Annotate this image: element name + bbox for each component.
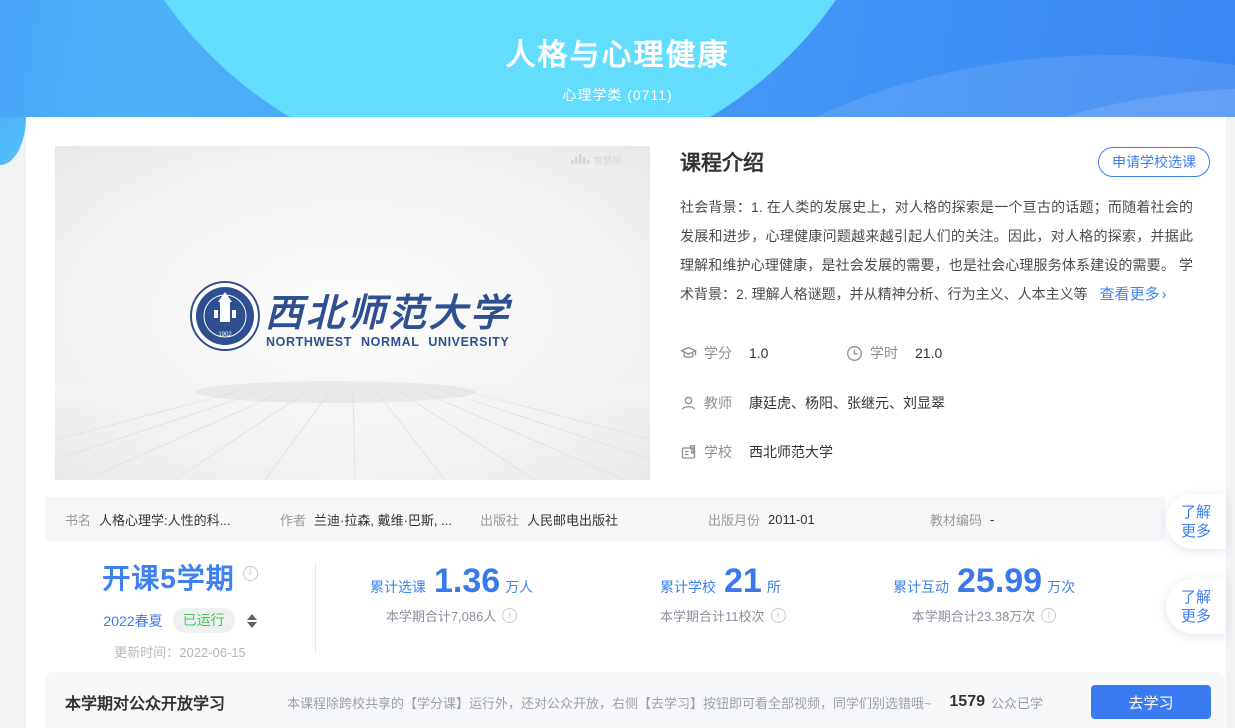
course-category: 心理学类 (0711) <box>0 85 1235 105</box>
learn-more-label: 了解更多 <box>1181 503 1213 541</box>
public-count-group: 1579 公众已学 <box>949 693 1043 712</box>
stat-interactions-value: 25.99 <box>957 564 1042 598</box>
vertical-divider <box>315 562 316 653</box>
user-icon <box>680 395 697 412</box>
school-label: 学校 <box>704 442 732 462</box>
chevron-right-icon: › <box>1162 286 1167 303</box>
update-time: 更新时间：2022-06-15 <box>45 642 315 661</box>
sort-arrows-icon[interactable] <box>247 614 257 628</box>
textbook-month-label: 出版月份 <box>708 510 760 529</box>
course-title: 人格与心理健康 <box>0 30 1235 74</box>
textbook-author-label: 作者 <box>280 510 306 529</box>
learn-more-bubble-stats[interactable]: 了解更多 <box>1166 579 1226 634</box>
learn-more-label: 了解更多 <box>1181 588 1213 626</box>
university-name-cn: 西北师范大学 <box>265 292 513 335</box>
textbook-code-value: - <box>990 512 994 527</box>
school-building-icon <box>680 444 697 461</box>
current-semester: 2022春夏 <box>103 611 162 631</box>
status-badge: 已运行 <box>173 608 235 633</box>
svg-text:1902: 1902 <box>218 332 232 338</box>
course-card: 1902 西北师范大学 NORTHWEST NORMAL UNIVERSITY … <box>26 117 1226 728</box>
stat-schools-value: 21 <box>724 564 762 598</box>
header-curve-decoration <box>0 117 26 165</box>
textbook-code-item: 教材编码 - <box>930 510 994 529</box>
stat-enrolled-value: 1.36 <box>434 564 500 598</box>
hours-value: 21.0 <box>915 345 942 361</box>
textbook-code-label: 教材编码 <box>930 510 982 529</box>
textbook-publisher-item: 出版社 人民邮电出版社 <box>480 510 708 529</box>
apply-school-course-button[interactable]: 申请学校选课 <box>1098 147 1210 177</box>
textbook-author-item: 作者 兰迪·拉森, 戴维·巴斯, ... <box>280 510 480 529</box>
stat-enrolled-unit: 万人 <box>505 577 533 597</box>
learn-more-bubble-textbook[interactable]: 了解更多 <box>1166 494 1226 549</box>
credit-label: 学分 <box>704 343 732 363</box>
graduation-cap-icon <box>680 345 697 362</box>
public-access-title: 本学期对公众开放学习 <box>65 690 225 714</box>
hours-label: 学时 <box>870 343 898 363</box>
university-seal-icon: 1902 <box>191 282 259 350</box>
textbook-info-bar: 书名 人格心理学:人性的科... 作者 兰迪·拉森, 戴维·巴斯, ... 出版… <box>45 497 1165 541</box>
stat-schools-sub: 本学期合计11校次 <box>660 606 765 625</box>
stat-enrolled-sub: 本学期合计7,086人 <box>386 606 497 625</box>
clock-icon <box>846 345 863 362</box>
info-icon[interactable]: i <box>1041 608 1056 623</box>
view-more-link[interactable]: 查看更多› <box>1100 286 1167 303</box>
school-value: 西北师范大学 <box>749 442 833 462</box>
page-header: 人格与心理健康 心理学类 (0711) <box>0 0 1235 117</box>
stat-interactions-label: 累计互动 <box>893 577 949 597</box>
stat-schools-label: 累计学校 <box>660 577 716 597</box>
go-learn-button[interactable]: 去学习 <box>1091 685 1211 719</box>
textbook-name-label: 书名 <box>65 510 91 529</box>
course-description: 社会背景：1. 在人类的发展史上，对人格的探索是一个亘古的话题；而随着社会的发展… <box>680 193 1193 309</box>
teacher-value: 康廷虎、杨阳、张继元、刘显翠 <box>749 393 945 413</box>
info-icon[interactable]: i <box>771 608 786 623</box>
view-more-label: 查看更多 <box>1100 286 1160 303</box>
public-learner-count: 1579 <box>949 693 985 711</box>
textbook-publisher-label: 出版社 <box>480 510 519 529</box>
semester-count-title: 开课5学期 <box>102 557 235 597</box>
stat-interactions: 累计互动 25.99 万次 本学期合计23.38万次 i <box>893 564 1075 625</box>
update-time-label: 更新时间： <box>114 645 179 660</box>
stat-enrolled-label: 累计选课 <box>370 577 426 597</box>
school-group: 学校 西北师范大学 <box>680 442 833 462</box>
hours-group: 学时 21.0 <box>846 343 942 363</box>
teacher-label: 教师 <box>704 393 732 413</box>
public-access-bar: 本学期对公众开放学习 本课程除跨校共享的【学分课】运行外，还对公众开放，右侧【去… <box>45 672 1225 728</box>
teacher-group: 教师 康廷虎、杨阳、张继元、刘显翠 <box>680 393 945 413</box>
stat-enrolled: 累计选课 1.36 万人 本学期合计7,086人 i <box>370 564 533 625</box>
textbook-month-value: 2011-01 <box>768 512 815 527</box>
textbook-month-item: 出版月份 2011-01 <box>708 510 930 529</box>
info-icon[interactable]: i <box>502 608 517 623</box>
textbook-author-value: 兰迪·拉森, 戴维·巴斯, ... <box>314 510 452 529</box>
course-video-thumbnail[interactable]: 1902 西北师范大学 NORTHWEST NORMAL UNIVERSITY … <box>55 146 650 480</box>
stat-schools-unit: 所 <box>767 577 781 597</box>
stat-interactions-unit: 万次 <box>1047 577 1075 597</box>
public-access-description: 本课程除跨校共享的【学分课】运行外，还对公众开放，右侧【去学习】按钮即可看全部视… <box>287 693 932 712</box>
watermark-text: 智慧树 <box>594 155 621 166</box>
semester-block: 开课5学期 i 2022春夏 已运行 更新时间：2022-06-15 <box>45 557 315 661</box>
textbook-name-value: 人格心理学:人性的科... <box>99 510 230 529</box>
credit-group: 学分 1.0 <box>680 343 846 363</box>
logo-shadow <box>195 381 475 403</box>
textbook-name-item: 书名 人格心理学:人性的科... <box>65 510 280 529</box>
university-name-en: NORTHWEST NORMAL UNIVERSITY <box>266 335 509 349</box>
info-icon[interactable]: i <box>243 566 258 581</box>
update-time-value: 2022-06-15 <box>179 645 246 660</box>
credit-value: 1.0 <box>749 345 768 361</box>
stat-interactions-sub: 本学期合计23.38万次 <box>912 606 1036 625</box>
section-title-course-intro: 课程介绍 <box>680 147 764 177</box>
stat-schools: 累计学校 21 所 本学期合计11校次 i <box>660 564 786 625</box>
public-learner-count-suffix: 公众已学 <box>991 693 1043 712</box>
textbook-publisher-value: 人民邮电出版社 <box>527 510 618 529</box>
